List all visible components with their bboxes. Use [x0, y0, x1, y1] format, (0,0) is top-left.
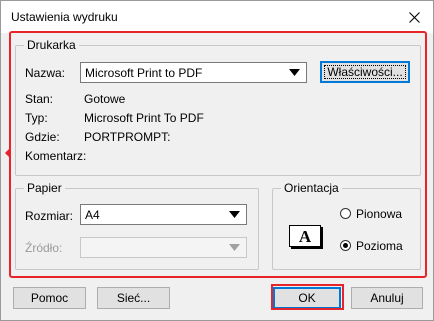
status-label: Stan: — [25, 92, 54, 106]
landscape-label[interactable]: Pozioma — [356, 239, 403, 253]
printer-name-value: Microsoft Print to PDF — [85, 66, 203, 80]
paper-source-select — [80, 237, 247, 258]
focus-rectangle — [324, 65, 406, 79]
help-button[interactable]: Pomoc — [13, 287, 86, 309]
status-value: Gotowe — [84, 92, 126, 106]
orientation-group-legend: Orientacja — [281, 181, 342, 195]
highlight-pointer — [5, 148, 10, 158]
orientation-icon-letter: A — [298, 227, 312, 246]
title-bar: Ustawienia wydruku — [1, 1, 433, 33]
close-icon — [408, 11, 420, 23]
ok-button[interactable]: OK — [273, 287, 341, 309]
network-button[interactable]: Sieć... — [97, 287, 170, 309]
network-button-label: Sieć... — [116, 291, 151, 305]
chevron-down-icon — [229, 244, 240, 251]
cancel-button[interactable]: Anuluj — [351, 287, 423, 309]
portrait-label[interactable]: Pionowa — [356, 207, 402, 221]
help-button-label: Pomoc — [30, 291, 69, 305]
printer-group-legend: Drukarka — [24, 38, 79, 52]
chevron-down-icon — [289, 69, 300, 76]
landscape-radio[interactable] — [340, 240, 351, 251]
chevron-down-icon — [229, 211, 240, 218]
printer-name-label: Nazwa: — [25, 66, 66, 80]
properties-button[interactable]: Właściwości... — [320, 61, 410, 83]
paper-size-select[interactable]: A4 — [80, 204, 247, 225]
print-setup-dialog: Ustawienia wydruku Drukarka Nazwa: Micro… — [0, 0, 434, 321]
printer-name-select[interactable]: Microsoft Print to PDF — [80, 62, 307, 83]
cancel-button-label: Anuluj — [370, 291, 404, 305]
landscape-orientation-icon: A — [289, 225, 321, 247]
where-value: PORTPROMPT: — [84, 130, 171, 144]
ok-button-label: OK — [298, 291, 316, 305]
type-value: Microsoft Print To PDF — [84, 111, 204, 125]
paper-size-label: Rozmiar: — [25, 209, 74, 223]
comment-label: Komentarz: — [25, 149, 87, 163]
paper-source-label: Źródło: — [25, 241, 63, 255]
paper-size-value: A4 — [85, 208, 100, 222]
close-button[interactable] — [401, 5, 427, 29]
dialog-title: Ustawienia wydruku — [11, 10, 118, 24]
where-label: Gdzie: — [25, 130, 60, 144]
paper-group-legend: Papier — [24, 181, 65, 195]
type-label: Typ: — [25, 111, 48, 125]
portrait-radio[interactable] — [340, 208, 351, 219]
